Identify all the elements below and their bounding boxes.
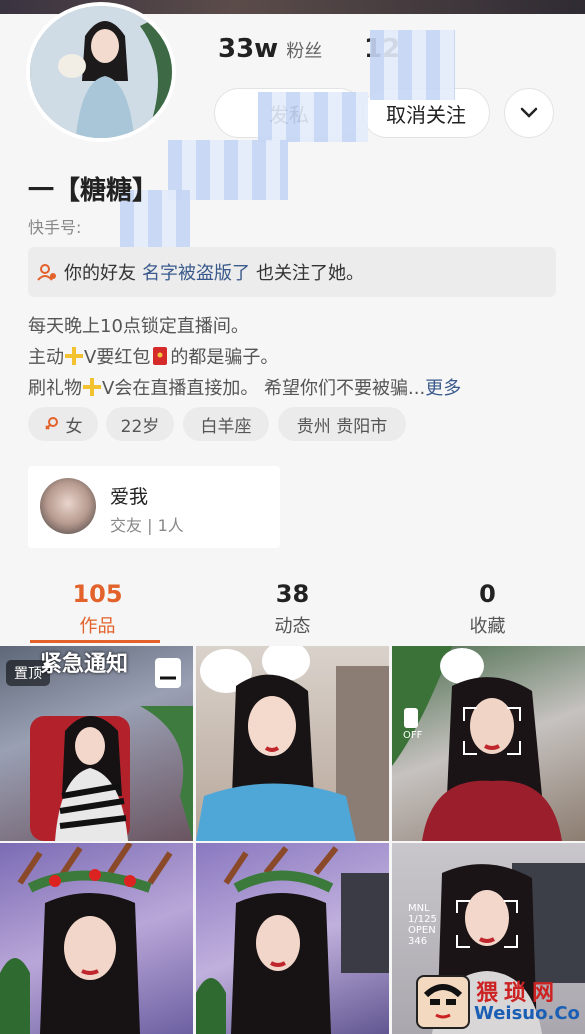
bio-text: 主动 xyxy=(28,347,64,368)
group-subtitle: 交友 | 1人 xyxy=(110,516,184,535)
plus-icon xyxy=(65,347,83,365)
red-envelope-icon xyxy=(153,347,168,365)
group-title: 爱我 xyxy=(110,486,149,508)
plus-icon xyxy=(83,378,101,396)
tag-label: 贵州 贵阳市 xyxy=(296,416,388,437)
camera-info-line: MNL xyxy=(408,903,430,914)
followers-label: 粉丝 xyxy=(286,41,323,62)
video-thumbnail[interactable] xyxy=(0,843,193,1034)
video-thumbnail[interactable] xyxy=(196,843,389,1034)
female-icon xyxy=(44,417,58,430)
camera-info-line: 346 xyxy=(408,936,428,947)
site-watermark: 猥琐网 Weisuo.Co xyxy=(416,975,584,1033)
watermark-english: Weisuo.Co xyxy=(474,1003,580,1024)
video-thumbnail[interactable] xyxy=(196,646,389,841)
camera-off-label: OFF xyxy=(403,730,423,741)
unfollow-button-label: 取消关注 xyxy=(386,102,466,127)
video-thumbnail[interactable]: OFF xyxy=(392,646,585,841)
camera-info: MNL 1/125 OPEN 346 xyxy=(408,903,437,947)
tag-label: 22岁 xyxy=(120,416,160,437)
privacy-mosaic xyxy=(370,30,455,100)
bio-text: V要红包 xyxy=(84,347,151,368)
bio-line: 每天晚上10点锁定直播间。 xyxy=(28,316,249,337)
tab-label: 作品 xyxy=(79,616,116,637)
chevron-down-icon xyxy=(520,107,538,118)
friend-prefix: 你的好友 xyxy=(64,263,136,284)
bio-text: V会在直播直接加。 希望你们不要被骗... xyxy=(102,378,426,399)
tab-works[interactable]: 105 作品 xyxy=(0,580,195,638)
bio-line: 刷礼物 V会在直播直接加。 希望你们不要被骗...更多 xyxy=(28,374,461,400)
mutual-friend-bar[interactable]: 你的好友 名字被盗版了 也关注了她。 xyxy=(28,247,556,297)
watermark-logo-icon xyxy=(416,975,470,1029)
camera-info-line: OPEN xyxy=(408,925,436,936)
bio-text: 刷礼物 xyxy=(28,378,82,399)
tab-label: 动态 xyxy=(274,616,311,637)
friend-suffix: 也关注了她。 xyxy=(256,263,364,284)
bio-text: 的都是骗子。 xyxy=(170,347,279,368)
tab-count: 105 xyxy=(72,580,123,608)
kuaishou-id-label: 快手号: xyxy=(28,218,82,237)
tag-gender: 女 xyxy=(28,407,98,441)
group-card[interactable]: 爱我 交友 | 1人 xyxy=(28,466,280,548)
followers-count: 33w xyxy=(218,34,279,64)
notice-overlay-text: 紧急通知 xyxy=(40,652,129,677)
video-thumbnail[interactable]: 置顶 紧急通知 xyxy=(0,646,193,841)
active-tab-indicator xyxy=(30,640,160,643)
tab-count: 38 xyxy=(275,580,310,608)
tag-zodiac: 白羊座 xyxy=(183,407,269,441)
friends-icon xyxy=(37,264,56,281)
tab-favorites[interactable]: 0 收藏 xyxy=(390,580,585,638)
group-avatar xyxy=(40,478,96,534)
friend-name-link[interactable]: 名字被盗版了 xyxy=(142,259,250,285)
avatar[interactable] xyxy=(26,2,176,142)
followers-stat[interactable]: 33w 粉丝 xyxy=(218,34,322,64)
tag-label: 白羊座 xyxy=(200,416,252,437)
profile-page: 33w 粉丝 12 发私 取消关注 一【糖糖】 快手号: 你的好友 名字被盗版了… xyxy=(0,0,585,1034)
tab-label: 收藏 xyxy=(469,616,506,637)
camera-info-line: 1/125 xyxy=(408,914,437,925)
tab-posts[interactable]: 38 动态 xyxy=(195,580,390,638)
profile-name: 一【糖糖】 xyxy=(28,176,159,206)
tag-location: 贵州 贵阳市 xyxy=(278,407,406,441)
bio-line: 主动 V要红包 的都是骗子。 xyxy=(28,343,278,369)
tag-label: 女 xyxy=(65,416,83,437)
bio-more-link[interactable]: 更多 xyxy=(425,378,461,399)
tab-count: 0 xyxy=(479,580,496,608)
more-options-button[interactable] xyxy=(504,88,554,138)
privacy-mosaic xyxy=(258,92,368,142)
tag-age: 22岁 xyxy=(106,407,174,441)
